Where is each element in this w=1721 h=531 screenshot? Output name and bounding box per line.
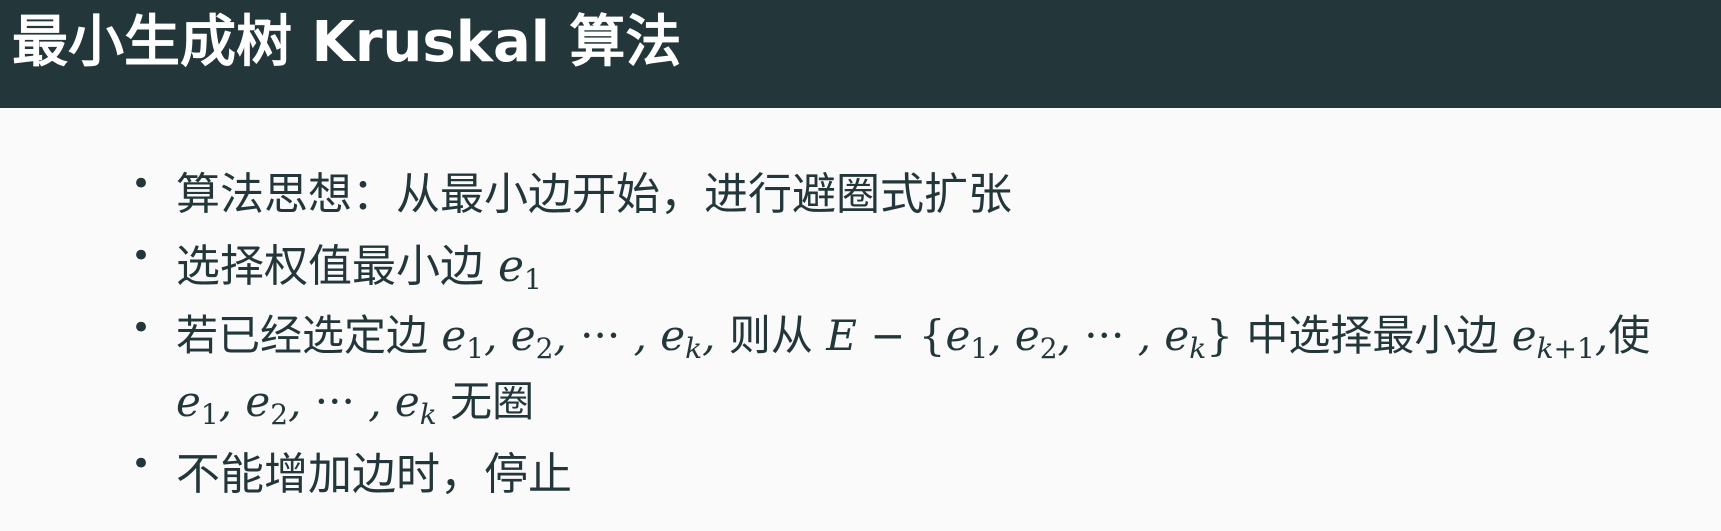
bullet-icon: • <box>131 164 152 204</box>
list-item-text: 不能增加边时，停止 <box>176 449 572 500</box>
list-item-text: 选择权值最小边 e1 <box>176 230 542 294</box>
math-edge-sequence: e1, e2, ··· , ek, <box>441 311 716 365</box>
bullet-icon: • <box>131 308 152 348</box>
list-item-label: 无圈 <box>450 377 535 426</box>
bullet-icon: • <box>131 236 152 276</box>
math-set-expression: E − {e1, e2, ··· , ek} <box>826 311 1233 365</box>
list-item-label: 中选择最小边 <box>1246 311 1499 360</box>
slide-header: 最小生成树 Kruskal 算法 <box>0 0 1721 108</box>
math-edge: e <box>498 241 525 292</box>
slide-title: 最小生成树 Kruskal 算法 <box>12 10 682 75</box>
list-item-label: 若已经选定边 <box>176 311 429 360</box>
list-item-text: e1, e2, ··· , ek 无圈 <box>176 368 534 429</box>
slide-body: • 算法思想：从最小边开始，进行避圈式扩张 • 选择权值最小边 e1 • 若已经… <box>0 108 1721 531</box>
list-item-text: 若已经选定边 e1, e2, ··· , ek, 则从 E − {e1, e2,… <box>176 302 1650 363</box>
math-next-edge: ek+1, <box>1511 311 1609 365</box>
list-item-text: 算法思想：从最小边开始，进行避圈式扩张 <box>176 169 1012 220</box>
math-edge-sequence: e1, e2, ··· , ek <box>176 377 437 431</box>
bullet-icon: • <box>131 444 152 484</box>
math-subscript: 1 <box>524 263 542 296</box>
list-item-label: 则从 <box>728 311 813 360</box>
list-item-label: 选择权值最小边 <box>176 241 484 292</box>
list-item-label: 使 <box>1608 311 1651 360</box>
